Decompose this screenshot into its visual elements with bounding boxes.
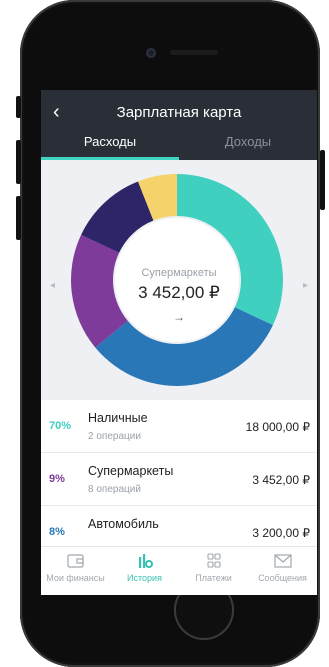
tab-payments[interactable]: Платежи	[179, 547, 248, 595]
envelope-icon	[273, 554, 292, 568]
category-list: 70% Наличные 2 операции 18 000,00 ₽ 9% С…	[41, 400, 317, 550]
camera-icon	[146, 48, 156, 58]
volume-down-button	[16, 196, 21, 240]
donut-chart[interactable]	[41, 160, 317, 400]
tab-label: История	[127, 573, 162, 583]
page-title: Зарплатная карта	[116, 104, 242, 121]
list-item[interactable]: 9% Супермаркеты 8 операций 3 452,00 ₽	[41, 453, 317, 506]
app-screen: ‹ Зарплатная карта Расходы Доходы ◂ ▸ Су…	[41, 90, 317, 595]
grid-icon	[206, 553, 221, 568]
list-item-percent: 9%	[49, 473, 65, 485]
tab-label: Мои финансы	[46, 573, 105, 583]
tab-label: Платежи	[195, 573, 232, 583]
list-item[interactable]: 70% Наличные 2 операции 18 000,00 ₽	[41, 400, 317, 453]
list-item-amount: 3 452,00 ₽	[252, 473, 310, 487]
list-item-ops: 2 операции	[88, 431, 141, 442]
tab-messages[interactable]: Сообщения	[248, 547, 317, 595]
tab-history[interactable]: История	[110, 547, 179, 595]
mute-switch	[16, 96, 21, 118]
list-item-name: Супермаркеты	[88, 464, 174, 478]
list-item[interactable]: 8% Автомобиль 3 200,00 ₽	[41, 506, 317, 550]
tab-bar-top: Расходы Доходы	[41, 128, 317, 160]
list-item-name: Наличные	[88, 411, 148, 425]
speaker-grille	[170, 50, 218, 55]
tab-my-finances[interactable]: Мои финансы	[41, 547, 110, 595]
wallet-icon	[66, 554, 84, 568]
history-bars-icon	[138, 554, 153, 568]
power-button	[320, 150, 325, 210]
list-item-amount: 3 200,00 ₽	[252, 526, 310, 540]
bottom-tab-bar: Мои финансы История Платежи Сообщения	[41, 546, 317, 595]
arrow-right-icon[interactable]: →	[41, 310, 317, 324]
volume-up-button	[16, 140, 21, 184]
list-item-name: Автомобиль	[88, 517, 159, 531]
list-item-amount: 18 000,00 ₽	[245, 420, 310, 434]
list-item-ops: 8 операций	[88, 484, 141, 495]
donut-chart-area: ◂ ▸ Супермаркеты 3 452,00 ₽ →	[41, 160, 317, 400]
tab-label: Сообщения	[258, 573, 307, 583]
nav-bar: ‹ Зарплатная карта Расходы Доходы	[41, 90, 317, 160]
list-item-percent: 8%	[49, 526, 65, 538]
tab-income[interactable]: Доходы	[179, 128, 317, 160]
tab-expenses[interactable]: Расходы	[41, 128, 179, 160]
donut-center-amount: 3 452,00 ₽	[138, 283, 220, 302]
donut-center-category: Супермаркеты	[141, 267, 217, 279]
list-item-percent: 70%	[49, 420, 72, 432]
